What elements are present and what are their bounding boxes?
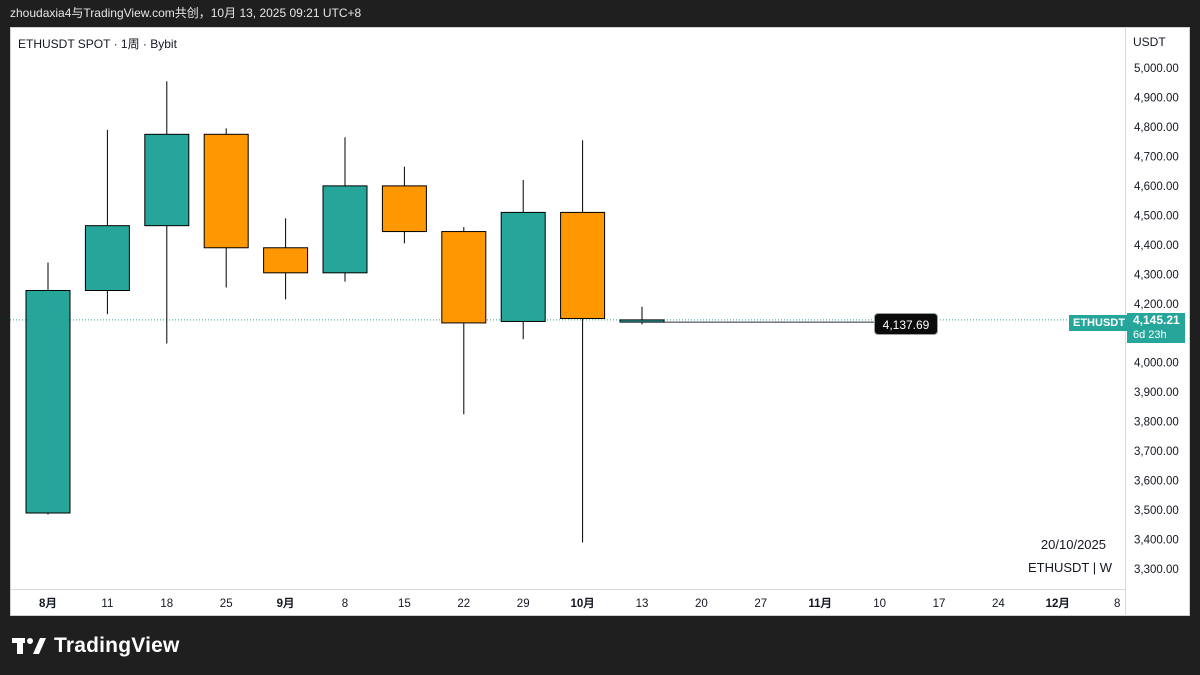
x-tick-label: 18	[160, 598, 173, 610]
x-tick-label: 20	[695, 598, 708, 610]
y-tick-label: 3,600.00	[1134, 476, 1179, 488]
x-tick-label: 8月	[39, 597, 57, 610]
overlay-symbol-interval: ETHUSDT | W	[1027, 560, 1112, 575]
y-tick-label: 4,600.00	[1134, 181, 1179, 193]
y-tick-label: 4,500.00	[1134, 210, 1179, 222]
y-tick-label: 5,000.00	[1134, 63, 1179, 75]
y-tick-label: 3,700.00	[1134, 446, 1179, 458]
x-tick-label: 11月	[808, 597, 832, 610]
x-tick-label: 17	[933, 598, 946, 610]
x-tick-label: 9月	[277, 597, 295, 610]
x-tick-label: 15	[398, 598, 411, 610]
symbol-badge: ETHUSDT	[1069, 315, 1129, 331]
x-tick-label: 10月	[570, 597, 594, 610]
x-tick-label: 12月	[1046, 597, 1070, 610]
tradingview-logo-icon	[12, 638, 46, 654]
y-tick-label: 4,000.00	[1134, 358, 1179, 370]
candle-body[interactable]	[441, 231, 487, 324]
y-tick-label: 3,400.00	[1134, 535, 1179, 547]
bar-countdown: 6d 23h	[1133, 329, 1167, 341]
y-tick-label: 4,200.00	[1134, 299, 1179, 311]
candle-body[interactable]	[322, 185, 368, 274]
y-tick-label: 3,900.00	[1134, 387, 1179, 399]
x-tick-label: 11	[101, 598, 113, 610]
y-tick-label: 3,800.00	[1134, 417, 1179, 429]
x-tick-label: 24	[992, 598, 1005, 610]
candle-body[interactable]	[381, 185, 427, 233]
x-tick-label: 10	[873, 598, 886, 610]
x-tick-label: 22	[457, 598, 470, 610]
candle-body[interactable]	[84, 225, 130, 292]
x-tick-label: 8	[1114, 598, 1120, 610]
footer-logo: TradingView	[12, 632, 180, 660]
candle-body[interactable]	[500, 211, 546, 322]
x-tick-label: 25	[220, 598, 233, 610]
crosshair-price-tag: 4,137.69	[874, 313, 938, 335]
x-tick-label: 8	[342, 598, 348, 610]
y-tick-label: 3,500.00	[1134, 505, 1179, 517]
y-tick-label: 4,700.00	[1134, 151, 1179, 163]
last-price-value: 4,145.21	[1133, 313, 1180, 327]
x-tick-label: 13	[636, 598, 649, 610]
x-tick-label: 27	[754, 598, 767, 610]
y-tick-label: 4,800.00	[1134, 122, 1179, 134]
brand-name: TradingView	[54, 634, 180, 657]
candle-body[interactable]	[560, 211, 606, 319]
candle-body[interactable]	[203, 133, 249, 249]
y-tick-label: 4,400.00	[1134, 240, 1179, 252]
y-tick-label: 4,900.00	[1134, 92, 1179, 104]
y-tick-label: 4,300.00	[1134, 269, 1179, 281]
x-tick-label: 29	[517, 598, 530, 610]
y-tick-label: 3,300.00	[1134, 564, 1179, 576]
candle-body[interactable]	[144, 133, 190, 227]
last-price-badge: 4,145.21 6d 23h	[1127, 313, 1185, 343]
candle-body[interactable]	[25, 290, 71, 514]
overlay-date: 20/10/2025	[1040, 537, 1106, 552]
candle-body[interactable]	[263, 247, 309, 274]
